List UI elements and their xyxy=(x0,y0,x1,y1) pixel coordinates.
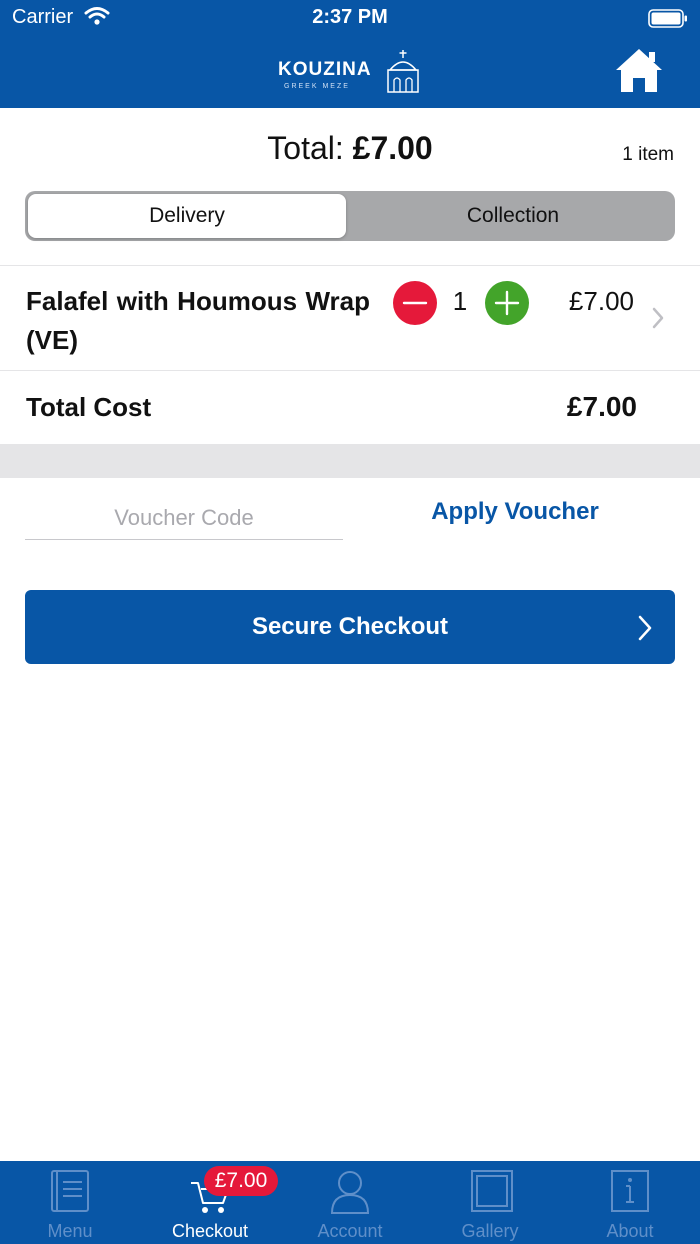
nav-bar: KOUZINA GREEK MEZE xyxy=(0,36,700,108)
home-button[interactable] xyxy=(612,46,666,96)
tab-gallery[interactable]: Gallery xyxy=(420,1161,560,1244)
chevron-right-icon xyxy=(637,614,653,647)
tab-account[interactable]: Account xyxy=(280,1161,420,1244)
cart-item-name: Falafel with Houmous Wrap (VE) xyxy=(26,286,370,355)
info-icon xyxy=(610,1169,650,1220)
cart-total-value: £7.00 xyxy=(352,130,433,166)
battery-icon xyxy=(648,9,688,34)
cart-total: Total: £7.00 xyxy=(0,130,700,167)
temple-icon xyxy=(384,50,422,99)
tab-menu[interactable]: Menu xyxy=(0,1161,140,1244)
home-icon xyxy=(616,49,662,92)
tab-gallery-label: Gallery xyxy=(461,1221,519,1241)
section-separator xyxy=(0,444,700,478)
cart-total-label: Total: xyxy=(267,130,344,166)
item-count: 1 item xyxy=(622,144,674,165)
cart-item-row[interactable]: Falafel with Houmous Wrap (VE) xyxy=(0,266,700,370)
cart-item-price: £7.00 xyxy=(568,286,634,316)
kouzina-logo: KOUZINA GREEK MEZE xyxy=(278,50,424,96)
minus-icon xyxy=(402,301,428,305)
clock: 2:37 PM xyxy=(312,6,388,28)
total-cost-value: £7.00 xyxy=(566,391,637,422)
logo-brand: KOUZINA xyxy=(278,59,372,80)
cart-summary-header: Total: £7.00 1 item xyxy=(0,126,700,172)
decrease-quantity-button[interactable] xyxy=(393,281,437,325)
cart-total-badge: £7.00 xyxy=(204,1166,278,1196)
tab-account-label: Account xyxy=(317,1221,383,1241)
plus-icon xyxy=(494,290,520,316)
status-bar: Carrier 2:37 PM xyxy=(0,0,700,36)
delivery-collection-toggle: Delivery Collection xyxy=(25,191,675,241)
secure-checkout-button[interactable]: Secure Checkout xyxy=(25,590,675,664)
quantity-value: 1 xyxy=(452,286,468,316)
tab-about[interactable]: About xyxy=(560,1161,700,1244)
secure-checkout-label: Secure Checkout xyxy=(251,613,449,640)
tab-checkout-label: Checkout xyxy=(171,1221,249,1241)
total-cost-label: Total Cost xyxy=(26,392,152,422)
total-cost-row: Total Cost £7.00 xyxy=(0,370,700,444)
voucher-code-input[interactable] xyxy=(25,496,343,540)
increase-quantity-button[interactable] xyxy=(485,281,529,325)
segment-delivery[interactable]: Delivery xyxy=(28,194,346,238)
person-icon xyxy=(330,1169,370,1220)
segment-collection[interactable]: Collection xyxy=(354,194,672,238)
apply-voucher-button[interactable]: Apply Voucher xyxy=(360,498,670,534)
logo-subtitle: GREEK MEZE xyxy=(284,83,350,90)
gallery-icon xyxy=(470,1169,514,1220)
chevron-right-icon[interactable] xyxy=(651,306,665,335)
menu-book-icon xyxy=(50,1169,90,1220)
tab-about-label: About xyxy=(606,1221,654,1241)
tab-menu-label: Menu xyxy=(47,1221,93,1241)
tab-bar: Menu Checkout Account Gallery About xyxy=(0,1161,700,1244)
